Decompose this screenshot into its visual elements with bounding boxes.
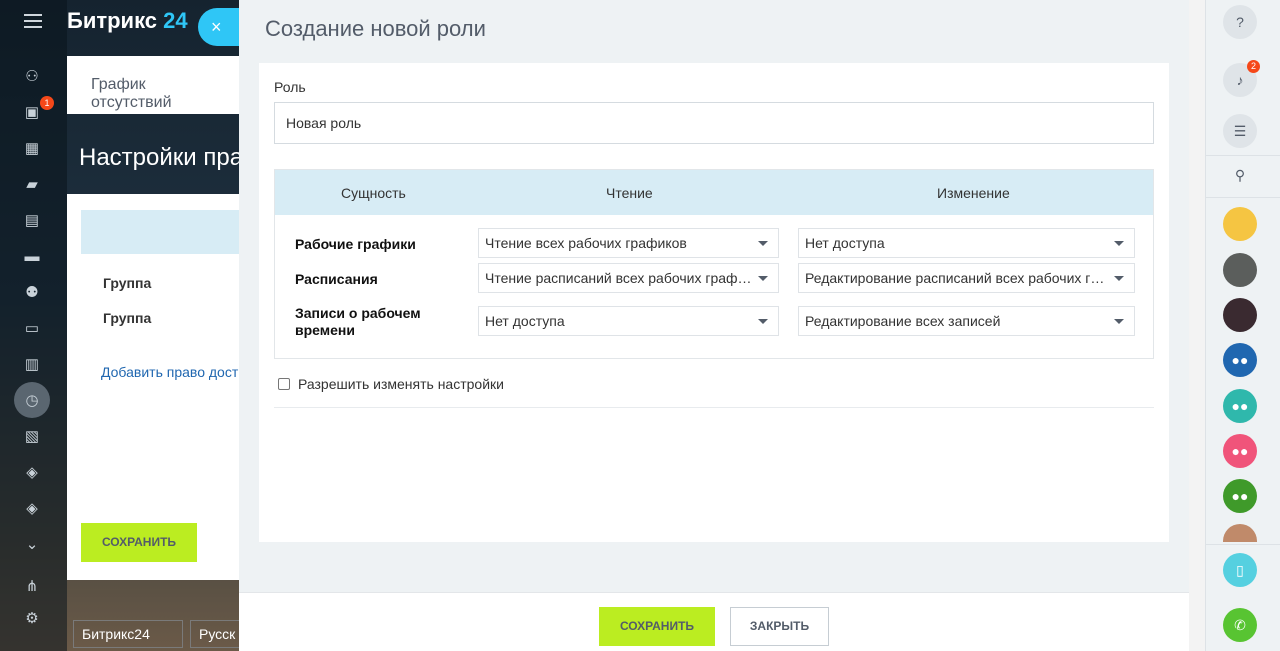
role-slider: Создание новой роли Роль Сущность Чтение… (239, 0, 1205, 651)
slider-close-button[interactable]: × (198, 8, 244, 46)
chat-icon[interactable]: ▰ (14, 166, 50, 202)
close-icon: × (211, 16, 222, 37)
save-button[interactable]: СОХРАНИТЬ (599, 607, 715, 646)
allow-settings-label[interactable]: Разрешить изменять настройки (298, 376, 504, 392)
sitemap-icon[interactable]: ⋔ (14, 568, 50, 604)
right-divider (1206, 544, 1280, 545)
menu-icon[interactable] (24, 14, 42, 28)
edit-select[interactable]: Редактирование расписаний всех рабочих г… (798, 263, 1135, 293)
tasks-icon[interactable]: ▣ 1 (14, 94, 54, 130)
role-name-input[interactable] (274, 102, 1154, 144)
read-select[interactable]: Нет доступа (478, 306, 779, 336)
time-icon[interactable]: ◷ (14, 382, 50, 418)
bg-save-button[interactable]: СОХРАНИТЬ (81, 523, 197, 562)
drive-icon[interactable]: ▬ (14, 238, 50, 274)
gear-icon[interactable]: ⚙ (14, 600, 50, 636)
permission-row: Записи о рабочем времени Нет доступа Ред… (275, 305, 1155, 340)
right-divider (1206, 155, 1280, 156)
bg-group-2: Группа (103, 310, 152, 326)
bg-add-right-link[interactable]: Добавить право дост (101, 364, 238, 380)
bell-icon[interactable]: ♪ 2 (1223, 60, 1260, 97)
read-select[interactable]: Чтение всех рабочих графиков (478, 228, 779, 258)
entity-label: Записи о рабочем времени (295, 305, 421, 338)
drive-icon[interactable]: ▯ (1223, 553, 1257, 587)
feed-icon[interactable]: ⚇ (14, 58, 50, 94)
edit-select[interactable]: Редактирование всех записей (798, 306, 1135, 336)
form-divider (274, 407, 1154, 408)
notif-badge: 2 (1247, 60, 1260, 73)
avatar[interactable] (1223, 207, 1257, 241)
logo: Битрикс 24 (67, 8, 188, 33)
box2-icon[interactable]: ◈ (14, 490, 50, 526)
menu-badge: 1 (40, 96, 54, 110)
role-label: Роль (274, 79, 306, 95)
allow-settings-row: Разрешить изменять настройки (278, 376, 504, 392)
search-icon[interactable]: ⚲ (1223, 158, 1257, 192)
close-button[interactable]: ЗАКРЫТЬ (730, 607, 829, 646)
group-chat-icon[interactable]: ●● (1223, 434, 1257, 468)
slider-footer: СОХРАНИТЬ ЗАКРЫТЬ (239, 592, 1189, 651)
bg-page-title: Настройки пра (79, 144, 244, 171)
read-select[interactable]: Чтение расписаний всех рабочих граф… (478, 263, 779, 293)
right-bar: ? ♪ 2 ☰ ⚲ ●● ●● ●● ●● ▯ ✆ (1205, 0, 1280, 651)
group-chat-icon[interactable]: ●● (1223, 479, 1257, 513)
entity-label: Расписания (295, 271, 378, 287)
permission-row: Рабочие графики Чтение всех рабочих граф… (275, 228, 1155, 262)
permissions-table: Сущность Чтение Изменение Рабочие график… (274, 169, 1154, 359)
avatar[interactable] (1223, 524, 1257, 542)
header-read: Чтение (606, 185, 653, 201)
call-icon[interactable]: ✆ (1223, 608, 1257, 642)
box-icon[interactable]: ◈ (14, 454, 50, 490)
id-card-icon[interactable]: ▧ (14, 418, 50, 454)
avatar[interactable] (1223, 253, 1257, 287)
more-icon[interactable]: ⌄ (14, 526, 50, 562)
slider-title: Создание новой роли (265, 16, 486, 41)
allow-settings-checkbox[interactable] (278, 378, 290, 390)
right-divider (1206, 197, 1280, 198)
header-entity: Сущность (341, 185, 406, 201)
avatar[interactable] (1223, 298, 1257, 332)
help-icon[interactable]: ? (1223, 5, 1257, 39)
scrollbar[interactable] (1189, 0, 1205, 651)
bg-footer-logo[interactable]: Битрикс24 (73, 620, 183, 648)
chat-bubble-icon[interactable]: ☰ (1223, 114, 1257, 148)
permissions-header: Сущность Чтение Изменение (275, 170, 1153, 215)
users-icon[interactable]: ⚉ (14, 274, 50, 310)
edit-select[interactable]: Нет доступа (798, 228, 1135, 258)
entity-label: Рабочие графики (295, 236, 416, 252)
bg-tab-absences[interactable]: График отсутствий (67, 56, 247, 114)
permission-row: Расписания Чтение расписаний всех рабочи… (275, 263, 1155, 297)
bg-group-1: Группа (103, 275, 152, 291)
left-menu: ⚇ ▣ 1 ▦ ▰ ▤ ▬ ⚉ ▭ ▥ ◷ ▧ ◈ ◈ ⌄ ⋔ ⚙ (0, 0, 67, 651)
group-chat-icon[interactable]: ●● (1223, 389, 1257, 423)
docs-icon[interactable]: ▤ (14, 202, 50, 238)
role-form: Роль Сущность Чтение Изменение Рабочие г… (259, 63, 1169, 542)
window-icon[interactable]: ▭ (14, 310, 50, 346)
calendar-icon[interactable]: ▦ (14, 130, 50, 166)
header-edit: Изменение (937, 185, 1010, 201)
board-icon[interactable]: ▥ (14, 346, 50, 382)
group-chat-icon[interactable]: ●● (1223, 343, 1257, 377)
bg-table-head (81, 210, 247, 254)
